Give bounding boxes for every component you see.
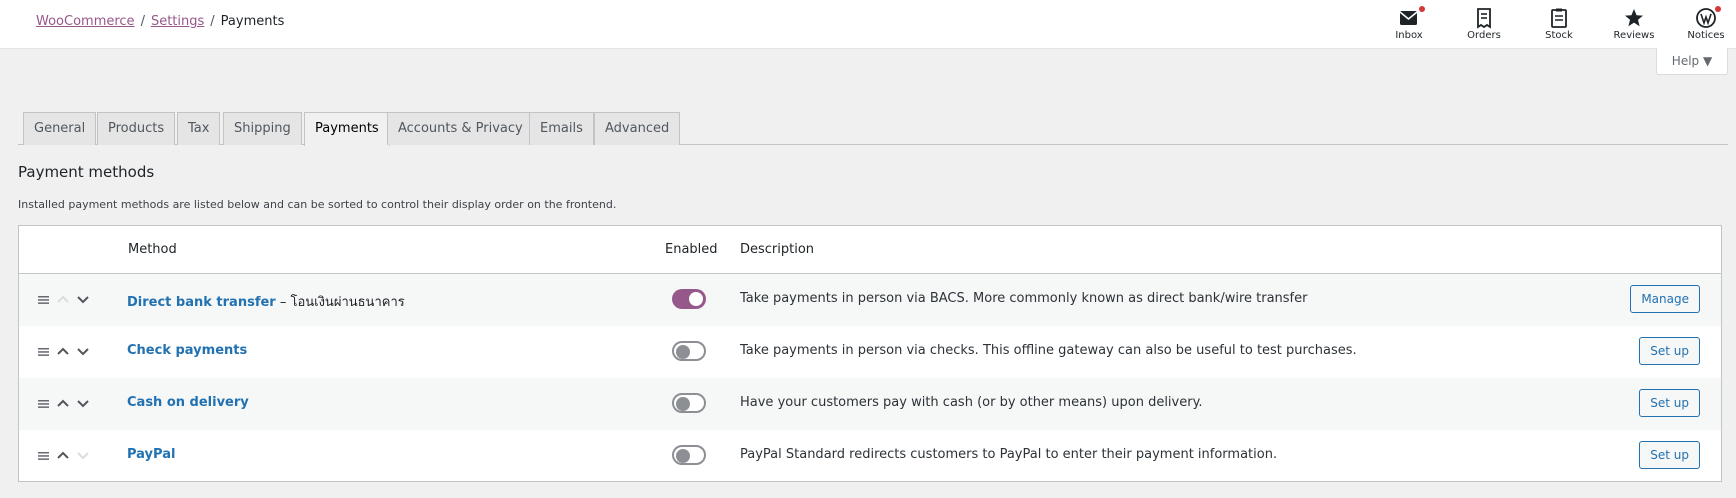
method-description: Take payments in person via checks. This… — [740, 343, 1357, 358]
drag-handle-icon[interactable] — [38, 296, 49, 304]
method-name[interactable]: Cash on delivery — [127, 395, 249, 410]
method-title-suffix: – โอนเงินผ่านธนาคาร — [275, 295, 405, 310]
activity-label: Orders — [1467, 30, 1501, 41]
inbox-icon — [1399, 11, 1418, 25]
notices-notification-dot — [1715, 6, 1721, 12]
star-icon — [1625, 9, 1643, 27]
header-method: Method — [128, 242, 177, 257]
chevron-down-icon[interactable] — [76, 344, 90, 358]
inbox-notification-dot — [1419, 6, 1425, 12]
toggle-knob — [689, 292, 703, 306]
wordpress-icon — [1696, 8, 1716, 28]
enabled-toggle[interactable] — [672, 289, 706, 309]
set-up-button[interactable]: Set up — [1639, 389, 1700, 417]
chevron-down-icon[interactable] — [76, 292, 90, 306]
tab-general[interactable]: General — [23, 112, 97, 145]
method-name[interactable]: Check payments — [127, 343, 247, 358]
enabled-toggle[interactable] — [672, 393, 706, 413]
stock-icon — [1551, 8, 1567, 28]
tab-shipping[interactable]: Shipping — [223, 112, 302, 145]
set-up-button[interactable]: Set up — [1639, 441, 1700, 469]
tab-tax[interactable]: Tax — [177, 112, 221, 145]
tab-advanced[interactable]: Advanced — [594, 112, 681, 145]
method-description: Take payments in person via BACS. More c… — [740, 291, 1308, 306]
help-button[interactable]: Help ▼ — [1656, 48, 1728, 75]
tab-accounts-privacy[interactable]: Accounts & Privacy — [387, 112, 534, 145]
toggle-knob — [676, 449, 690, 463]
enabled-toggle[interactable] — [672, 445, 706, 465]
top-header: WooCommerce / Settings / Payments Inbox Orde… — [0, 0, 1736, 49]
breadcrumb-current: Payments — [220, 14, 285, 29]
table-row: Direct bank transfer – โอนเงินผ่านธนาคาร… — [19, 274, 1721, 326]
header-enabled: Enabled — [665, 242, 718, 257]
toggle-knob — [676, 397, 690, 411]
payment-methods-table: Method Enabled Description Direct bank t… — [18, 225, 1722, 482]
method-description: PayPal Standard redirects customers to P… — [740, 447, 1278, 462]
method-name-link[interactable]: Cash on delivery — [127, 395, 249, 410]
breadcrumb-separator: / — [210, 14, 215, 29]
method-name-link[interactable]: Direct bank transfer — [127, 295, 276, 310]
table-row: Check payments Take payments in person v… — [19, 326, 1721, 378]
tab-emails[interactable]: Emails — [529, 112, 594, 145]
breadcrumb: WooCommerce / Settings / Payments — [36, 14, 284, 29]
orders-icon — [1477, 8, 1491, 29]
enabled-toggle[interactable] — [672, 341, 706, 361]
breadcrumb-settings-link[interactable]: Settings — [151, 14, 204, 29]
activity-stock-button[interactable]: Stock — [1529, 0, 1589, 49]
table-header: Method Enabled Description — [19, 226, 1721, 274]
activity-label: Reviews — [1613, 30, 1655, 41]
manage-button[interactable]: Manage — [1630, 285, 1700, 313]
chevron-up-icon[interactable] — [56, 396, 70, 410]
set-up-button[interactable]: Set up — [1639, 337, 1700, 365]
method-name[interactable]: Direct bank transfer – โอนเงินผ่านธนาคาร — [127, 291, 405, 312]
method-description: Have your customers pay with cash (or by… — [740, 395, 1203, 410]
chevron-down-icon[interactable] — [76, 396, 90, 410]
header-description: Description — [740, 242, 815, 257]
method-name-link[interactable]: Check payments — [127, 343, 247, 358]
drag-handle-icon[interactable] — [38, 400, 49, 408]
table-row: Cash on delivery Have your customers pay… — [19, 378, 1721, 430]
method-name[interactable]: PayPal — [127, 447, 175, 462]
tab-products[interactable]: Products — [97, 112, 176, 145]
activity-label: Notices — [1687, 30, 1725, 41]
breadcrumb-woocommerce-link[interactable]: WooCommerce — [36, 14, 135, 29]
activity-orders-button[interactable]: Orders — [1454, 0, 1514, 49]
method-name-link[interactable]: PayPal — [127, 447, 175, 462]
section-description: Installed payment methods are listed bel… — [18, 198, 617, 211]
chevron-up-icon[interactable] — [56, 448, 70, 462]
activity-reviews-button[interactable]: Reviews — [1604, 0, 1664, 49]
chevron-down-icon — [77, 452, 89, 460]
section-title: Payment methods — [18, 163, 155, 181]
table-row: PayPal PayPal Standard redirects custome… — [19, 430, 1721, 482]
chevron-up-icon — [57, 295, 69, 303]
drag-handle-icon[interactable] — [38, 452, 49, 460]
activity-inbox-button[interactable]: Inbox — [1379, 0, 1439, 49]
toggle-knob — [676, 345, 690, 359]
activity-label: Inbox — [1395, 30, 1423, 41]
breadcrumb-separator: / — [140, 14, 145, 29]
settings-tabs: General Products Tax Shipping Payments A… — [18, 112, 1728, 146]
chevron-up-icon[interactable] — [56, 344, 70, 358]
activity-label: Stock — [1545, 30, 1573, 41]
drag-handle-icon[interactable] — [38, 348, 49, 356]
activity-notices-button[interactable]: Notices — [1676, 0, 1736, 49]
tab-payments[interactable]: Payments — [304, 112, 390, 146]
